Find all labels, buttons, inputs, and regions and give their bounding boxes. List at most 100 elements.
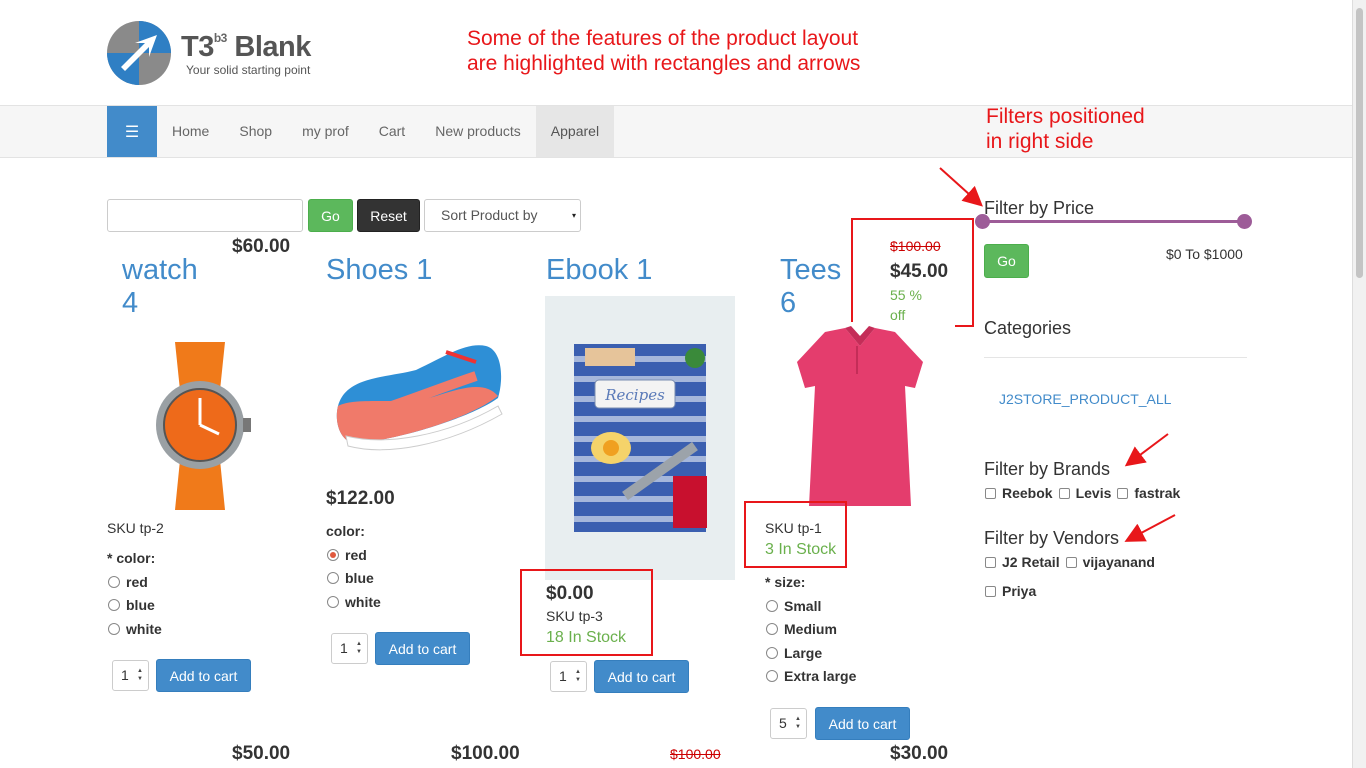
option-radio[interactable]: red: [108, 574, 148, 590]
tees-product-image[interactable]: [765, 322, 955, 512]
spinner-arrows-icon: ▲ ▼: [575, 669, 581, 683]
nav-item-shop[interactable]: Shop: [224, 106, 287, 157]
highlight-rectangle: [744, 501, 847, 568]
quantity-stepper[interactable]: 1 ▲ ▼: [331, 633, 368, 664]
radio-button[interactable]: [108, 623, 120, 635]
nav-item-apparel[interactable]: Apparel: [535, 106, 615, 157]
price-range-min-handle[interactable]: [975, 214, 990, 229]
logo-arrow-icon: [107, 21, 171, 85]
spinner-arrows-icon: ▲ ▼: [137, 668, 143, 682]
radio-button[interactable]: [327, 596, 339, 608]
watch-product-image[interactable]: [107, 330, 297, 520]
product-price: $30.00: [890, 743, 949, 764]
radio-button[interactable]: [108, 576, 120, 588]
product-title-line2[interactable]: 4: [122, 287, 138, 320]
checkbox[interactable]: [985, 487, 996, 499]
highlight-rectangle: [851, 218, 974, 327]
nav-item-my-prof[interactable]: my prof: [287, 106, 364, 157]
quantity-stepper[interactable]: 1 ▲ ▼: [550, 661, 587, 692]
option-radio[interactable]: white: [108, 621, 162, 637]
radio-button[interactable]: [327, 572, 339, 584]
vendor-filter-list-row2: Priya: [985, 583, 1042, 599]
price-range-text: $0 To $1000: [1166, 246, 1243, 262]
vendor-filter-list: J2 Retail vijayanand: [985, 554, 1161, 570]
product-search-input[interactable]: [107, 199, 303, 232]
shoes-product-image[interactable]: [326, 296, 516, 486]
old-price: $100.00: [670, 746, 721, 762]
quantity-stepper[interactable]: 5 ▲ ▼: [770, 708, 807, 739]
option-label: color:: [326, 523, 365, 539]
menu-toggle-button[interactable]: ☰: [107, 106, 157, 157]
hamburger-icon: ☰: [124, 123, 140, 141]
product-title[interactable]: Tees: [780, 254, 841, 287]
option-radio[interactable]: blue: [327, 570, 374, 586]
vendor-checkbox-item[interactable]: Priya: [985, 583, 1036, 599]
filter-vendors-title: Filter by Vendors: [984, 528, 1120, 548]
option-radio[interactable]: Large: [766, 645, 822, 661]
divider: [984, 357, 1247, 358]
checkbox[interactable]: [1058, 487, 1070, 499]
product-title[interactable]: Ebook 1: [546, 254, 652, 287]
radio-button[interactable]: [766, 600, 778, 612]
select-caret-icon: ▾: [571, 211, 576, 220]
product-title[interactable]: watch: [122, 254, 198, 287]
option-radio[interactable]: white: [327, 594, 381, 610]
price-filter-go-button[interactable]: Go: [984, 244, 1029, 278]
quantity-stepper[interactable]: 1 ▲ ▼: [112, 660, 149, 691]
checkbox[interactable]: [1065, 556, 1077, 568]
add-to-cart-button[interactable]: Add to cart: [156, 659, 251, 692]
price-range-track[interactable]: [983, 220, 1245, 223]
site-logo[interactable]: T3b3 Blank Your solid starting point: [107, 21, 337, 85]
checkbox[interactable]: [1117, 487, 1129, 499]
radio-button[interactable]: [108, 599, 120, 611]
radio-button[interactable]: [766, 647, 778, 659]
option-radio[interactable]: red: [327, 547, 367, 563]
add-to-cart-button[interactable]: Add to cart: [594, 660, 689, 693]
checkbox[interactable]: [985, 585, 996, 597]
product-price: $122.00: [326, 488, 395, 509]
sort-products-select[interactable]: Sort Product by ▾: [424, 199, 581, 232]
option-label: * color:: [107, 550, 156, 566]
product-title-line2[interactable]: 6: [780, 287, 796, 320]
logo-tagline: Your solid starting point: [186, 63, 311, 77]
search-go-button[interactable]: Go: [308, 199, 353, 232]
option-radio[interactable]: Small: [766, 598, 821, 614]
nav-item-new-products[interactable]: New products: [420, 106, 536, 157]
highlight-rectangle: [520, 569, 653, 656]
ebook-product-image[interactable]: Recipes: [545, 296, 735, 580]
vendor-checkbox-item[interactable]: J2 Retail: [985, 554, 1060, 570]
category-link-all[interactable]: J2STORE_PRODUCT_ALL: [999, 391, 1171, 407]
vendor-checkbox-item[interactable]: vijayanand: [1065, 554, 1155, 570]
product-price: $100.00: [451, 743, 520, 764]
annotation-text-top: Some of the features of the product layo…: [467, 27, 861, 75]
product-sku: SKU tp-2: [107, 520, 164, 536]
option-radio[interactable]: Extra large: [766, 668, 856, 684]
nav-item-cart[interactable]: Cart: [364, 106, 420, 157]
brand-checkbox-item[interactable]: Levis: [1058, 485, 1111, 501]
product-title[interactable]: Shoes 1: [326, 254, 432, 287]
radio-button[interactable]: [766, 623, 778, 635]
price-range-max-handle[interactable]: [1237, 214, 1252, 229]
page-scrollbar[interactable]: [1352, 0, 1366, 768]
sort-select-label: Sort Product by: [441, 207, 538, 223]
product-price: $60.00: [232, 236, 291, 257]
scrollbar-thumb[interactable]: [1356, 8, 1363, 278]
search-reset-button[interactable]: Reset: [357, 199, 420, 232]
product-price: $50.00: [232, 743, 291, 764]
filter-brands-title: Filter by Brands: [984, 459, 1111, 479]
brand-checkbox-item[interactable]: fastrak: [1117, 485, 1180, 501]
option-radio[interactable]: Medium: [766, 621, 837, 637]
radio-button-selected[interactable]: [327, 549, 339, 561]
svg-text:Recipes: Recipes: [604, 386, 665, 404]
add-to-cart-button[interactable]: Add to cart: [815, 707, 910, 740]
checkbox[interactable]: [985, 556, 996, 568]
brand-filter-list: Reebok Levis fastrak: [985, 485, 1186, 501]
brand-checkbox-item[interactable]: Reebok: [985, 485, 1053, 501]
add-to-cart-button[interactable]: Add to cart: [375, 632, 470, 665]
arrow-icon: [1124, 433, 1169, 467]
arrow-icon: [1124, 514, 1176, 542]
annotation-text-filters: Filters positioned in right side: [986, 105, 1145, 153]
option-radio[interactable]: blue: [108, 597, 155, 613]
radio-button[interactable]: [766, 670, 778, 682]
nav-item-home[interactable]: Home: [157, 106, 224, 157]
